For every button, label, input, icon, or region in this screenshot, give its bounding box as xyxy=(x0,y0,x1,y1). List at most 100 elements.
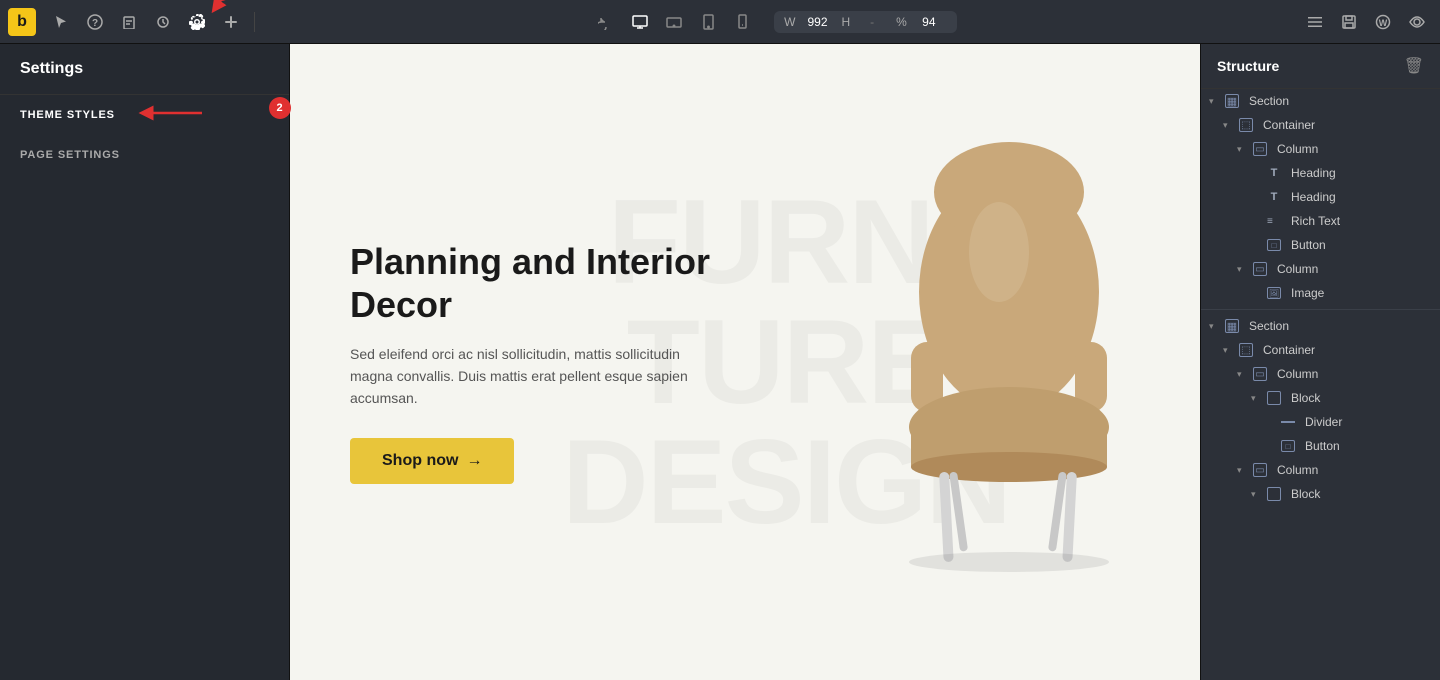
history-btn[interactable] xyxy=(148,7,178,37)
column-icon: ▭ xyxy=(1253,262,1269,276)
tree-chevron[interactable]: ▾ xyxy=(1237,144,1249,155)
tree-section-divider xyxy=(1201,309,1440,310)
tree-chevron[interactable]: ▾ xyxy=(1209,321,1221,332)
width-input[interactable] xyxy=(800,15,836,29)
heading-icon: T xyxy=(1267,167,1283,179)
add-btn[interactable] xyxy=(216,7,246,37)
tree-item-label: Block xyxy=(1291,487,1320,501)
hero-title: Planning and Interior Decor xyxy=(350,240,726,326)
tree-chevron[interactable]: ▾ xyxy=(1237,264,1249,275)
tree-item-label: Column xyxy=(1277,463,1318,477)
tree-chevron[interactable]: ▾ xyxy=(1251,393,1263,404)
sidebar-item-page-settings[interactable]: PAGE SETTINGS xyxy=(0,135,289,175)
viewport-controls xyxy=(590,8,758,36)
tree-item[interactable]: ▾⬚Container xyxy=(1201,113,1440,137)
zoom-input[interactable] xyxy=(911,15,947,29)
right-panel: Structure 🗑 ▾ ▦ Section ▾ ⬚ Container ▾ ▭ Column… xyxy=(1200,44,1440,680)
tree-item[interactable]: ▾ ⬚ Container xyxy=(1201,338,1440,362)
svg-text:W: W xyxy=(1379,18,1388,28)
tree-item[interactable]: Divider xyxy=(1201,410,1440,434)
tree-item[interactable]: ▾▦Section xyxy=(1201,314,1440,338)
tablet-portrait-btn[interactable] xyxy=(692,8,724,36)
section-icon: ▦ xyxy=(1225,94,1241,108)
hero-body: Sed eleifend orci ac nisl sollicitudin, … xyxy=(350,343,690,410)
heading-icon: T xyxy=(1267,191,1283,203)
tree-chevron[interactable]: ▾ xyxy=(1223,120,1235,131)
tree-item[interactable]: ▾ ▦ Section xyxy=(1201,89,1440,113)
image-icon: 🖼 xyxy=(1267,287,1283,299)
tree-item-label: Button xyxy=(1291,238,1326,252)
tree-item-label: Block xyxy=(1291,391,1320,405)
h-label: H xyxy=(842,15,851,29)
pages-btn[interactable] xyxy=(114,7,144,37)
button-icon: □ xyxy=(1267,239,1283,251)
tree-item[interactable]: THeading xyxy=(1201,161,1440,185)
hero-image xyxy=(736,44,1200,680)
height-input[interactable] xyxy=(854,15,890,29)
tree-item[interactable]: ▾ ▭ Column xyxy=(1201,362,1440,386)
tree-item-label: Column xyxy=(1277,367,1318,381)
tree-item-label: Section xyxy=(1249,94,1289,108)
tree-item-label: Container xyxy=(1263,343,1315,357)
tree-item[interactable]: □ Button xyxy=(1201,233,1440,257)
hero-content: Planning and Interior Decor Sed eleifend… xyxy=(290,200,786,524)
tree-item-label: Column xyxy=(1277,262,1318,276)
tree-chevron[interactable]: ▾ xyxy=(1209,96,1221,107)
container-icon: ⬚ xyxy=(1239,343,1255,357)
tree-item[interactable]: ▾▭Column xyxy=(1201,137,1440,161)
trash-icon[interactable]: 🗑 xyxy=(1404,56,1424,76)
settings-btn[interactable] xyxy=(182,7,212,37)
tree-item[interactable]: □ Button xyxy=(1201,434,1440,458)
wordpress-btn[interactable]: W xyxy=(1368,7,1398,37)
divider-icon xyxy=(1281,421,1297,423)
desktop-view-btn[interactable] xyxy=(624,8,656,36)
tree-item-label: Divider xyxy=(1305,415,1342,429)
block-icon xyxy=(1267,391,1283,405)
tree-item[interactable]: ≡Rich Text xyxy=(1201,209,1440,233)
column-icon: ▭ xyxy=(1253,463,1269,477)
shop-now-label: Shop now xyxy=(382,452,458,470)
button-icon: □ xyxy=(1281,440,1297,452)
undo-btn[interactable] xyxy=(590,8,622,36)
cursor-tool-btn[interactable] xyxy=(46,7,76,37)
sidebar-item-theme-styles[interactable]: THEME STYLES 2 xyxy=(0,95,289,135)
tree-item-label: Button xyxy=(1305,439,1340,453)
hero-section: FURNI TURE DESIGN Planning and Interior … xyxy=(290,44,1200,680)
tree-item-label: Image xyxy=(1291,286,1324,300)
tree-chevron[interactable]: ▾ xyxy=(1223,345,1235,356)
panel-header: Structure 🗑 xyxy=(1201,44,1440,89)
tree-item[interactable]: ▾ Block xyxy=(1201,386,1440,410)
more-btn[interactable] xyxy=(1300,7,1330,37)
richtext-icon: ≡ xyxy=(1267,216,1283,227)
panel-title: Structure xyxy=(1217,58,1279,74)
tree-chevron[interactable]: ▾ xyxy=(1237,369,1249,380)
tree-item[interactable]: ▾ ▭ Column xyxy=(1201,458,1440,482)
save-btn[interactable] xyxy=(1334,7,1364,37)
column-icon: ▭ xyxy=(1253,367,1269,381)
page-settings-label: PAGE SETTINGS xyxy=(20,149,120,161)
tree-item[interactable]: ▾ Block xyxy=(1201,482,1440,506)
block-icon xyxy=(1267,487,1283,501)
canvas[interactable]: FURNI TURE DESIGN Planning and Interior … xyxy=(290,44,1200,680)
annotation-badge-1: 1 xyxy=(210,0,232,1)
mobile-btn[interactable] xyxy=(726,8,758,36)
sidebar-title: Settings xyxy=(0,44,289,95)
tree-item[interactable]: 🖼 Image xyxy=(1201,281,1440,305)
shop-now-button[interactable]: Shop now → xyxy=(350,438,514,484)
tree-chevron[interactable]: ▾ xyxy=(1237,465,1249,476)
tree-chevron[interactable]: ▾ xyxy=(1251,489,1263,500)
container-icon: ⬚ xyxy=(1239,118,1255,132)
column-icon: ▭ xyxy=(1253,142,1269,156)
dimension-inputs: W H % xyxy=(774,11,957,33)
main-area: Settings THEME STYLES 2 PAGE SETTINGS FU… xyxy=(0,44,1440,680)
tree-item[interactable]: ▾ ▭ Column xyxy=(1201,257,1440,281)
logo[interactable]: b xyxy=(8,8,36,36)
svg-text:?: ? xyxy=(92,18,98,29)
preview-btn[interactable] xyxy=(1402,7,1432,37)
tree-item[interactable]: THeading xyxy=(1201,185,1440,209)
help-btn[interactable]: ? xyxy=(80,7,110,37)
tablet-landscape-btn[interactable] xyxy=(658,8,690,36)
shop-now-arrow: → xyxy=(466,452,482,470)
annotation-badge-2: 2 xyxy=(269,97,291,119)
section-icon: ▦ xyxy=(1225,319,1241,333)
